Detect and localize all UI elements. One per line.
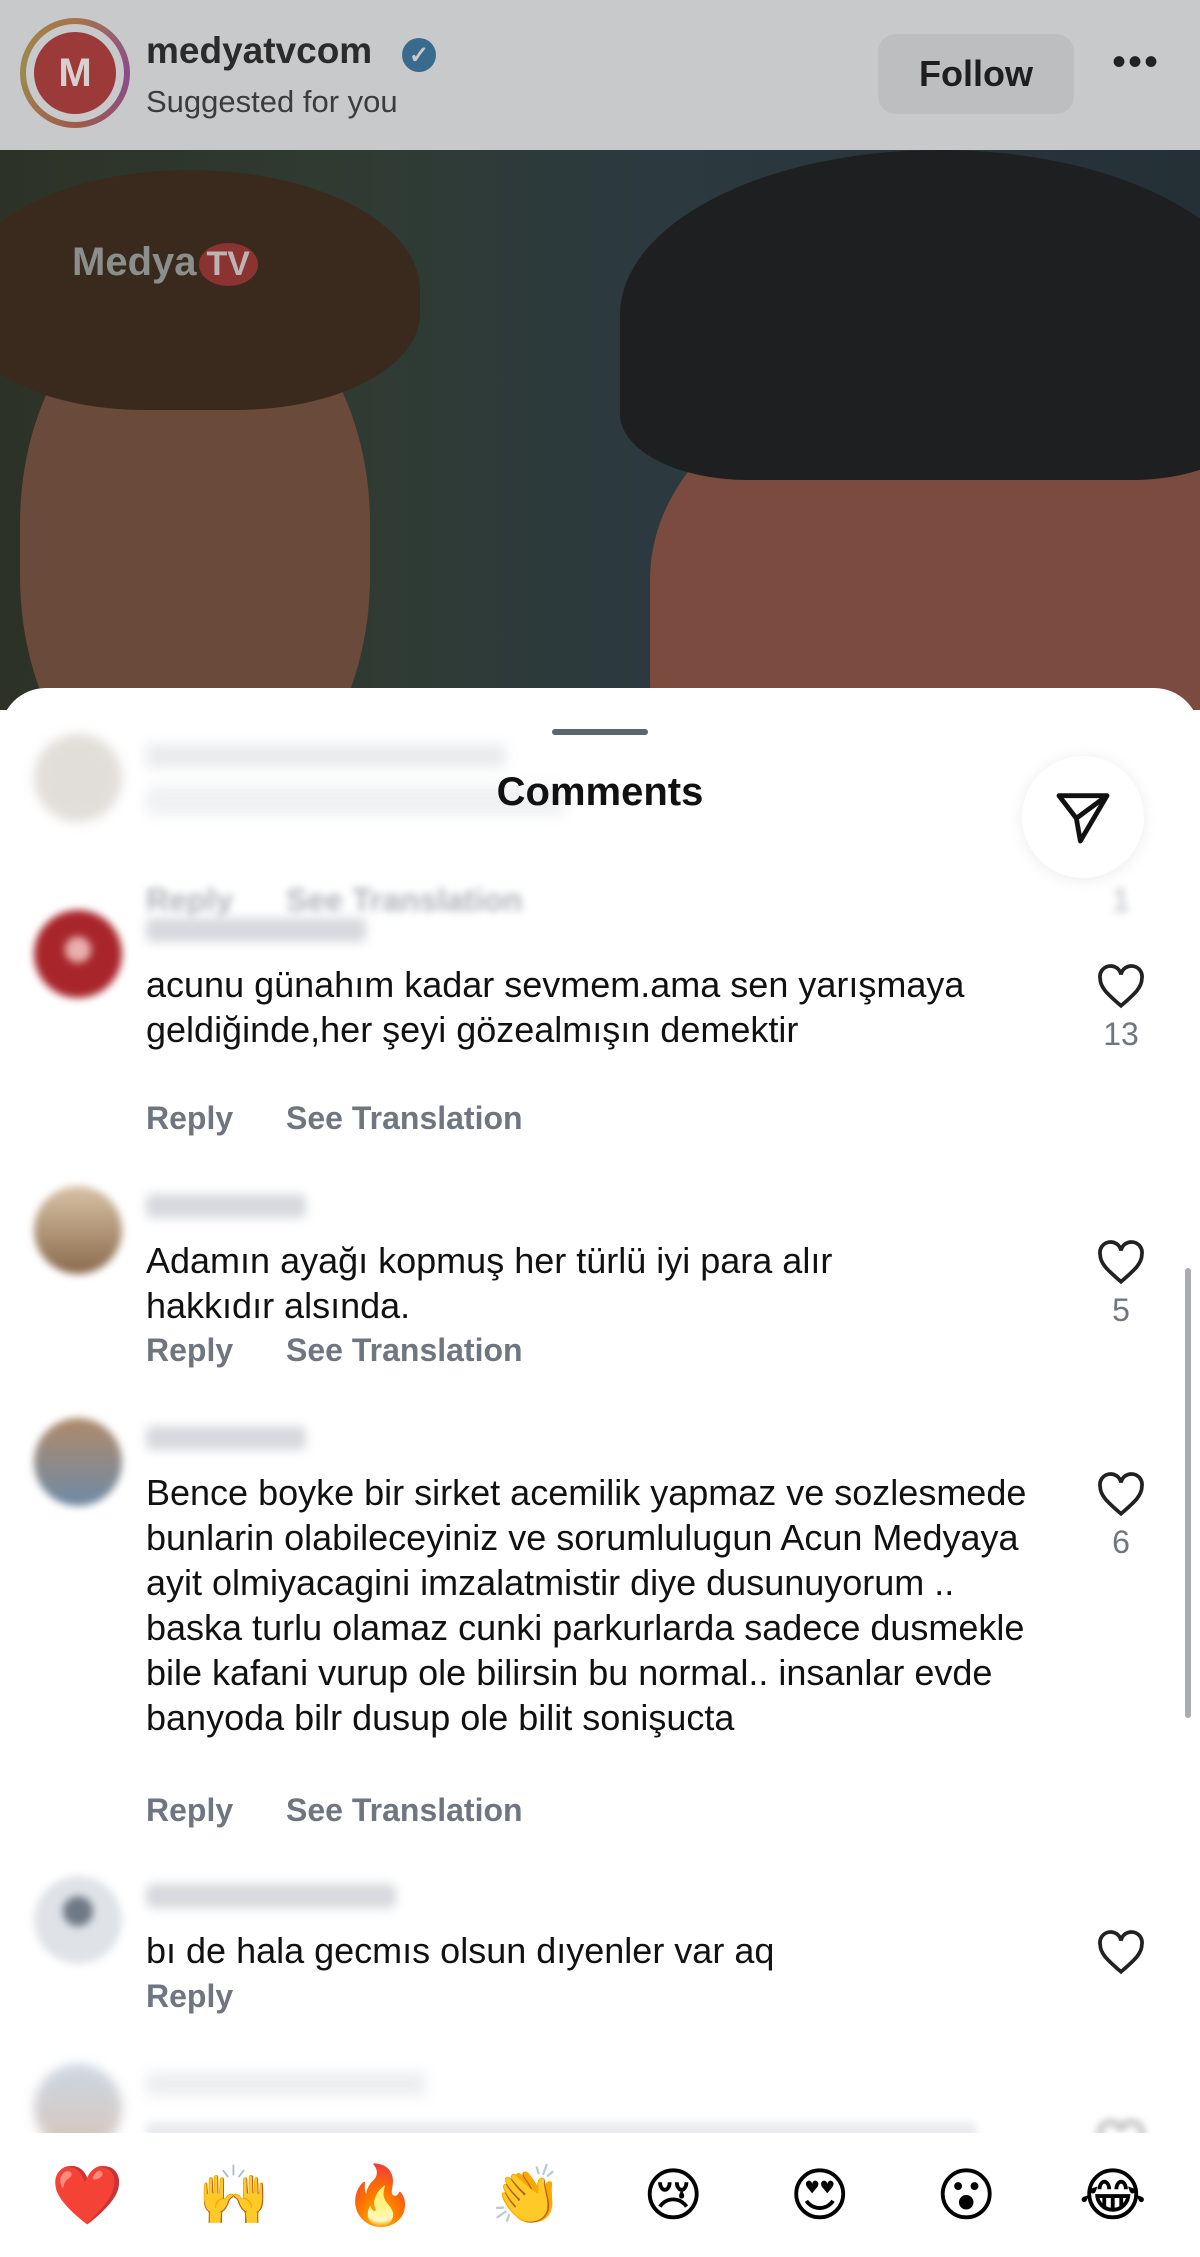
see-translation-link[interactable]: See Translation: [286, 1100, 523, 1136]
medyatv-watermark: Medya TV: [72, 240, 258, 286]
like-count: 6: [1112, 1524, 1130, 1560]
crying-face-emoji-icon[interactable]: 😢: [618, 2161, 728, 2229]
raising-hands-emoji-icon[interactable]: 🙌: [179, 2161, 289, 2230]
like-count: 5: [1112, 1292, 1130, 1328]
commenter-avatar[interactable]: [34, 1876, 122, 1964]
share-button[interactable]: [1022, 756, 1144, 878]
see-translation-link[interactable]: See Translation: [286, 882, 523, 918]
reply-link[interactable]: Reply: [146, 1100, 233, 1136]
account-avatar[interactable]: M: [20, 18, 130, 128]
commenter-avatar[interactable]: [34, 1418, 122, 1506]
comment-actions: Reply See Translation: [146, 1100, 567, 1137]
emoji-reaction-bar: ❤️ 🙌 🔥 👏 😢 😍 😮 😂: [0, 2133, 1200, 2257]
comment-text: bı de hala gecmıs olsun dıyenler var aq: [146, 1930, 775, 1971]
like-heart-icon[interactable]: [1096, 1472, 1146, 1518]
like-heart-icon[interactable]: [1096, 1930, 1146, 1976]
comment-username[interactable]: [146, 744, 506, 768]
heart-eyes-emoji-icon[interactable]: 😍: [765, 2161, 875, 2229]
comment-username[interactable]: [146, 1194, 306, 1218]
comment-username[interactable]: [146, 2072, 426, 2096]
send-icon: [1056, 793, 1110, 844]
account-username[interactable]: medyatvcom: [146, 30, 372, 72]
verified-badge-icon: ✓: [402, 38, 436, 72]
reply-link[interactable]: Reply: [146, 1978, 233, 2014]
comment-actions: Reply See Translation: [146, 1792, 567, 1829]
follow-button[interactable]: Follow: [878, 34, 1074, 114]
reply-link[interactable]: Reply: [146, 1332, 233, 1368]
comment-actions: Reply See Translation: [146, 882, 567, 919]
heart-emoji-icon[interactable]: ❤️: [32, 2161, 142, 2230]
suggested-label: Suggested for you: [146, 84, 398, 119]
post-image: Medya TV: [0, 150, 1200, 710]
reply-link[interactable]: Reply: [146, 1792, 233, 1828]
see-translation-link[interactable]: See Translation: [286, 1792, 523, 1828]
commenter-avatar[interactable]: [34, 1186, 122, 1274]
post-header: M medyatvcom ✓ Suggested for you Follow …: [0, 0, 1200, 150]
comment-text: Bence boyke bir sirket acemilik yapmaz v…: [146, 1472, 1027, 1738]
comments-sheet: Comments Reply See Translation 1 acunu g…: [0, 688, 1200, 2257]
sheet-title: Comments: [496, 770, 704, 814]
comment-text: acunu günahım kadar sevmem.ama sen yarış…: [146, 964, 965, 1050]
clapping-hands-emoji-icon[interactable]: 👏: [472, 2161, 582, 2230]
reply-link[interactable]: Reply: [146, 882, 233, 918]
comments-scrollbar[interactable]: [1185, 1268, 1191, 1718]
like-heart-icon[interactable]: [1096, 964, 1146, 1010]
like-count: 13: [1103, 1016, 1139, 1052]
tears-of-joy-emoji-icon[interactable]: 😂: [1058, 2161, 1168, 2229]
comment-text: Adamın ayağı kopmuş her türlü iyi para a…: [146, 1240, 833, 1326]
more-options-icon[interactable]: •••: [1112, 42, 1162, 92]
comment-username[interactable]: [146, 918, 366, 942]
comment-actions: Reply See Translation: [146, 1332, 567, 1369]
comment-username[interactable]: [146, 1426, 306, 1450]
like-count: 1: [1112, 882, 1130, 918]
comment-username[interactable]: [146, 1884, 396, 1908]
medya-logo-icon: M: [34, 32, 116, 114]
comment-actions: Reply: [146, 1978, 277, 2015]
like-heart-icon[interactable]: [1096, 1240, 1146, 1286]
commenter-avatar[interactable]: [34, 910, 122, 998]
see-translation-link[interactable]: See Translation: [286, 1332, 523, 1368]
surprised-face-emoji-icon[interactable]: 😮: [911, 2161, 1021, 2229]
fire-emoji-icon[interactable]: 🔥: [325, 2161, 435, 2230]
sheet-grab-handle[interactable]: [552, 729, 648, 735]
